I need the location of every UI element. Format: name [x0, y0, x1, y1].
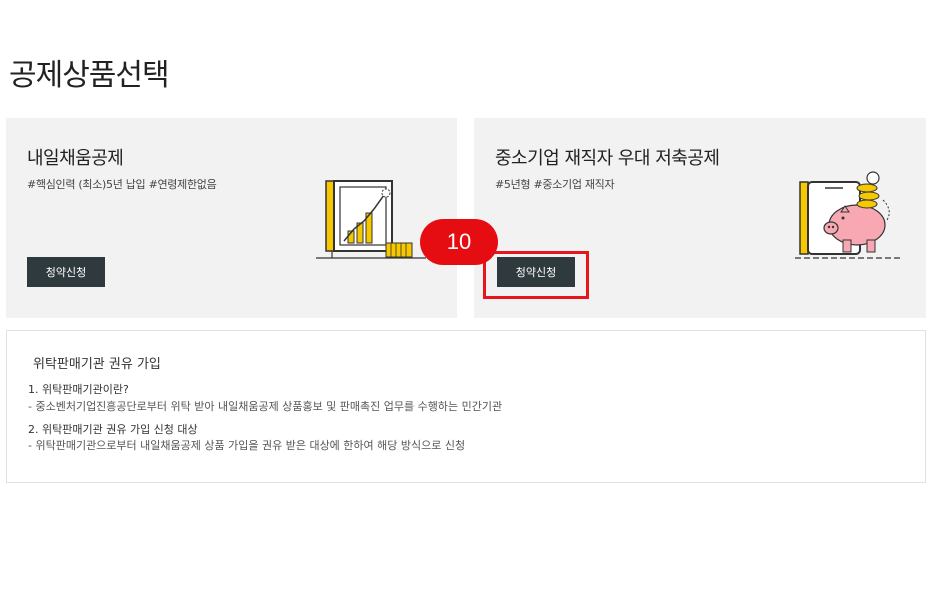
consignment-info-box: 위탁판매기관 권유 가입 1. 위탁판매기관이란? - 중소벤처기업진흥공단로부… [6, 330, 926, 483]
product-title: 내일채움공제 [27, 148, 124, 169]
piggy-bank-illustration-icon [795, 171, 900, 259]
step-highlight-box [483, 251, 589, 299]
growth-chart-illustration-icon [316, 180, 426, 259]
info-answer: - 중소벤처기업진흥공단로부터 위탁 받아 내일채움공제 상품홍보 및 판매촉진… [28, 400, 503, 413]
product-tags: #핵심인력 (최소)5년 납입 #연령제한없음 [27, 178, 217, 191]
step-number-badge: 10 [420, 219, 498, 265]
info-question: 2. 위탁판매기관 권유 가입 신청 대상 [28, 423, 198, 436]
product-title: 중소기업 재직자 우대 저축공제 [495, 148, 720, 169]
info-question: 1. 위탁판매기관이란? [28, 383, 129, 396]
product-tags: #5년형 #중소기업 재직자 [495, 178, 615, 191]
page-title: 공제상품선택 [9, 58, 170, 93]
apply-button-naeil[interactable]: 청약신청 [27, 257, 105, 287]
info-heading: 위탁판매기관 권유 가입 [33, 357, 161, 372]
info-answer: - 위탁판매기관으로부터 내일채움공제 상품 가입을 권유 받은 대상에 한하여… [28, 439, 466, 452]
